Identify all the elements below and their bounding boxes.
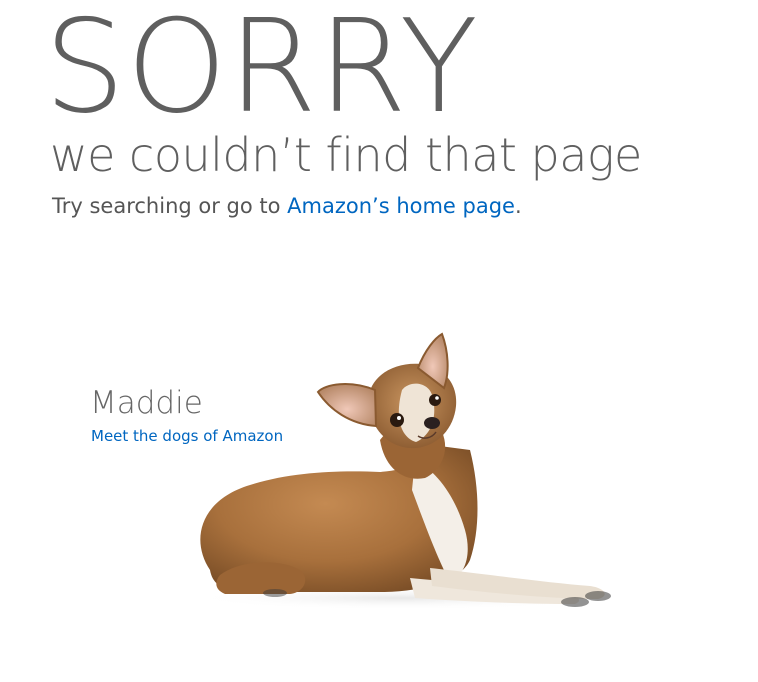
not-found-subheading: we couldn’t find that page xyxy=(50,128,642,182)
search-hint-prefix: Try searching or go to xyxy=(52,194,288,218)
sorry-heading: SORRY xyxy=(44,0,479,142)
amazon-home-link[interactable]: Amazon’s home page xyxy=(287,194,515,218)
search-hint-suffix: . xyxy=(514,194,522,218)
search-hint: Try searching or go to Amazon’s home pag… xyxy=(52,191,522,221)
dog-image[interactable] xyxy=(180,320,620,620)
